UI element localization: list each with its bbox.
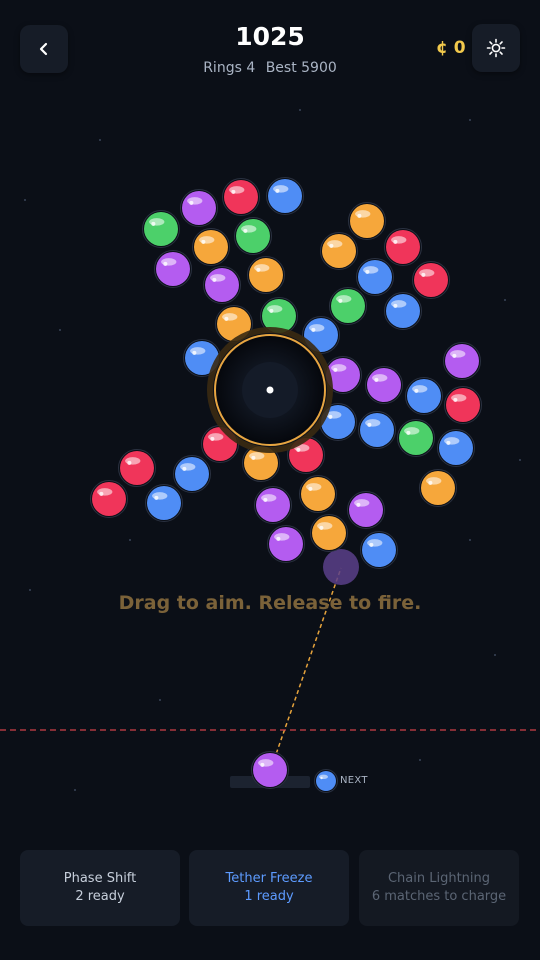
next-bubble-preview: [314, 769, 338, 793]
bubble-purple: [254, 486, 292, 524]
powerup-name: Chain Lightning: [387, 871, 491, 886]
game-board[interactable]: [0, 0, 540, 960]
black-hole-core: [207, 327, 333, 453]
bubble-purple: [180, 189, 218, 227]
powerup-phase-shift[interactable]: Phase Shift 2 ready: [20, 850, 180, 926]
bubble-red: [412, 261, 450, 299]
bubble-green: [329, 287, 367, 325]
bubble-green: [234, 217, 272, 255]
bubble-orange: [419, 469, 457, 507]
bubble-green: [142, 210, 180, 248]
bubble-blue: [437, 429, 475, 467]
bubble-red: [90, 480, 128, 518]
bubble-purple: [154, 250, 192, 288]
bubble-orange: [348, 202, 386, 240]
bubble-blue: [358, 411, 396, 449]
shooter-bubble[interactable]: [251, 751, 289, 789]
bubble-orange: [299, 475, 337, 513]
next-bubble: [314, 769, 338, 793]
bubble-purple: [267, 525, 305, 563]
bubble-red: [118, 449, 156, 487]
bubble-blue: [356, 258, 394, 296]
powerup-status: 1 ready: [244, 889, 294, 904]
bubble-blue: [173, 455, 211, 493]
powerup-chain-lightning[interactable]: Chain Lightning 6 matches to charge: [359, 850, 519, 926]
current-bubble[interactable]: [251, 751, 289, 789]
powerup-name: Tether Freeze: [225, 871, 313, 886]
bubble-green: [397, 419, 435, 457]
bubble-red: [444, 386, 482, 424]
bubble-purple: [443, 342, 481, 380]
aim-target-marker: [323, 549, 359, 585]
bubble-red: [222, 178, 260, 216]
bubble-purple: [365, 366, 403, 404]
bubble-purple: [347, 491, 385, 529]
bubble-blue: [266, 177, 304, 215]
powerup-tether-freeze[interactable]: Tether Freeze 1 ready: [189, 850, 349, 926]
powerup-name: Phase Shift: [63, 871, 137, 886]
bubble-orange: [320, 232, 358, 270]
next-label: NEXT: [340, 775, 368, 786]
bubble-purple: [203, 266, 241, 304]
powerup-status: 2 ready: [75, 889, 125, 904]
bubble-orange: [247, 256, 285, 294]
bubble-orange: [192, 228, 230, 266]
bubble-blue: [360, 531, 398, 569]
bubble-orange: [310, 514, 348, 552]
bubble-blue: [145, 484, 183, 522]
bubble-blue: [384, 292, 422, 330]
bubble-blue: [405, 377, 443, 415]
powerup-status: 6 matches to charge: [371, 889, 507, 904]
aim-hint: Drag to aim. Release to fire.: [118, 592, 422, 614]
bubble-red: [384, 228, 422, 266]
